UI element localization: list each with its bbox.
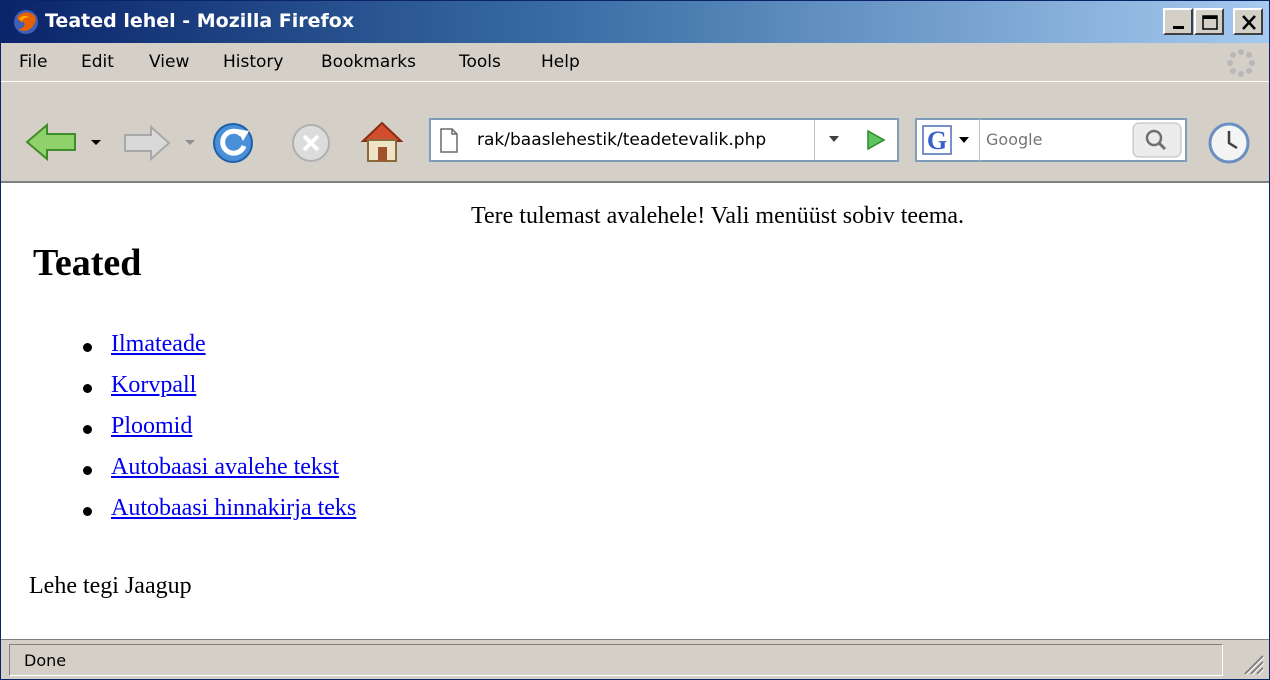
link-autobaasi-avalehe[interactable]: Autobaasi avalehe tekst xyxy=(111,454,339,481)
bullet xyxy=(83,384,92,393)
link-ploomid[interactable]: Ploomid xyxy=(111,413,192,440)
page-heading: Teated xyxy=(33,242,142,284)
close-icon xyxy=(1242,15,1256,30)
status-panel: Done xyxy=(9,644,1223,676)
menu-help[interactable]: Help xyxy=(541,52,580,72)
menu-bookmarks[interactable]: Bookmarks xyxy=(321,52,416,72)
forward-arrow-icon[interactable] xyxy=(119,123,175,163)
google-icon: G xyxy=(922,125,969,155)
stop-icon[interactable] xyxy=(289,121,333,165)
firefox-icon xyxy=(14,10,38,34)
bullet xyxy=(83,507,92,516)
page-icon xyxy=(440,128,458,153)
link-korvpall[interactable]: Korvpall xyxy=(111,372,196,399)
menu-edit[interactable]: Edit xyxy=(81,52,114,72)
page-content: Tere tulemast avalehele! Vali menüüst so… xyxy=(1,183,1269,639)
reload-icon[interactable] xyxy=(209,119,261,167)
url-dropdown-button[interactable] xyxy=(814,120,854,160)
go-icon xyxy=(867,129,886,151)
back-dropdown-icon[interactable] xyxy=(89,135,103,149)
title-bar[interactable]: Teated lehel - Mozilla Firefox xyxy=(1,1,1269,43)
back-arrow-icon[interactable] xyxy=(23,121,83,163)
menu-tools[interactable]: Tools xyxy=(459,52,501,72)
status-text: Done xyxy=(24,651,67,670)
link-autobaasi-hinnakirja[interactable]: Autobaasi hinnakirja teks xyxy=(111,495,356,522)
url-text[interactable]: rak/baaslehestik/teadetevalik.php xyxy=(477,130,766,150)
chevron-down-icon xyxy=(829,136,839,142)
status-bar: Done xyxy=(1,639,1269,679)
welcome-text: Tere tulemast avalehele! Vali menüüst so… xyxy=(471,203,965,229)
search-engine-selector[interactable]: G xyxy=(915,118,981,162)
throbber-icon xyxy=(1227,49,1255,77)
menu-bar: File Edit View History Bookmarks Tools H… xyxy=(1,43,1269,81)
bullet xyxy=(83,343,92,352)
history-clock-icon[interactable] xyxy=(1205,119,1253,167)
maximize-button[interactable] xyxy=(1194,8,1224,35)
bullet xyxy=(83,425,92,434)
link-ilmateade[interactable]: Ilmateade xyxy=(111,331,206,358)
menu-file[interactable]: File xyxy=(19,52,47,72)
menu-history[interactable]: History xyxy=(223,52,283,72)
author-footer: Lehe tegi Jaagup xyxy=(29,573,192,599)
resize-grip-icon[interactable] xyxy=(1237,648,1265,676)
bullet xyxy=(83,466,92,475)
search-field[interactable] xyxy=(979,118,1187,162)
search-icon[interactable] xyxy=(1132,122,1182,158)
minimize-button[interactable] xyxy=(1163,8,1193,35)
go-button[interactable] xyxy=(856,120,896,160)
menu-view[interactable]: View xyxy=(149,52,189,72)
svg-text:G: G xyxy=(927,126,947,155)
close-button[interactable] xyxy=(1233,8,1263,35)
search-input[interactable] xyxy=(986,130,1126,149)
home-icon[interactable] xyxy=(357,119,407,165)
maximize-icon xyxy=(1202,15,1218,30)
url-bar[interactable]: rak/baaslehestik/teadetevalik.php xyxy=(429,118,899,162)
window-title: Teated lehel - Mozilla Firefox xyxy=(45,10,355,32)
browser-window: Teated lehel - Mozilla Firefox File Edit… xyxy=(0,0,1270,680)
forward-dropdown-icon[interactable] xyxy=(183,135,197,149)
minimize-icon xyxy=(1173,26,1184,29)
